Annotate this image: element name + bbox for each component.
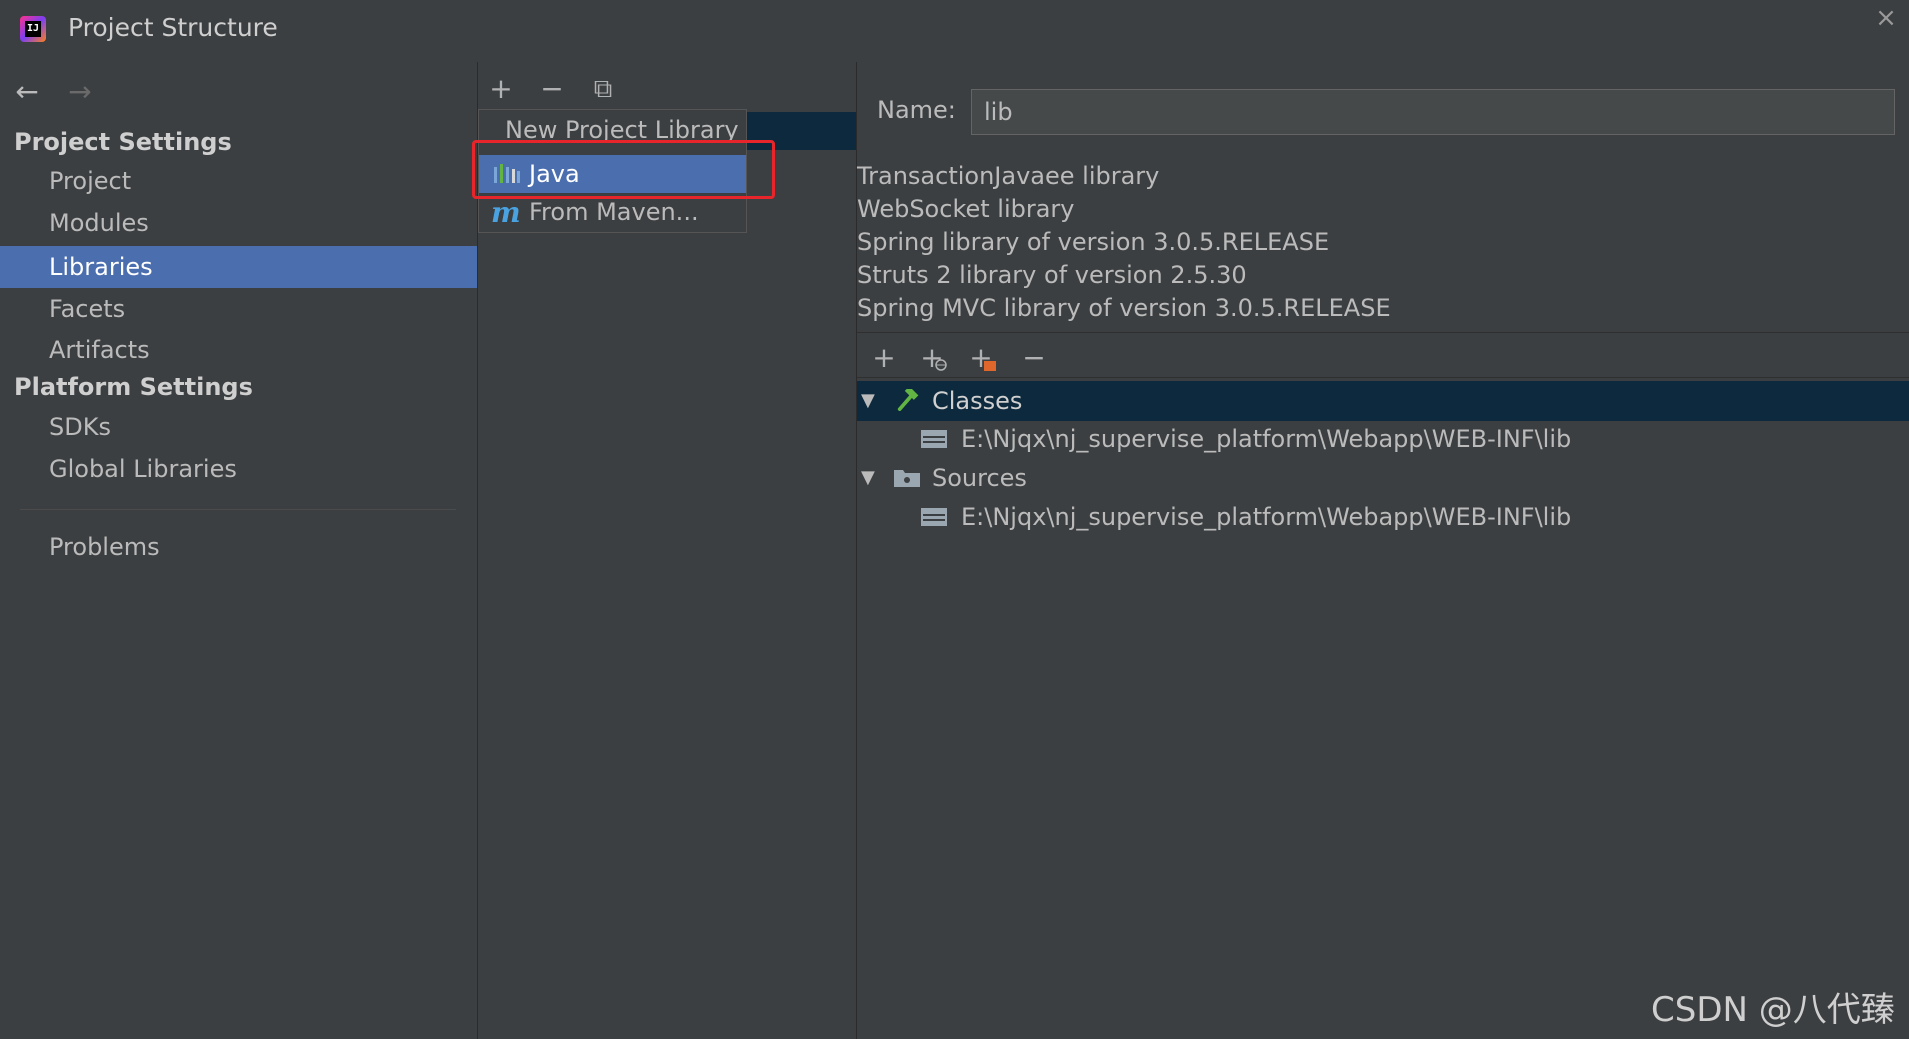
popup-item-from-maven-label: From Maven... [529,198,699,226]
close-icon[interactable]: × [1872,4,1900,32]
source-folder-icon [894,470,920,487]
app-icon-label: IJ [25,21,41,37]
description-line: Struts 2 library of version 2.5.30 [857,261,1247,289]
back-arrow-icon[interactable]: ← [10,77,44,107]
sidebar-item-artifacts[interactable]: Artifacts [0,329,477,371]
expand-triangle-icon[interactable]: ▼ [861,381,875,421]
sidebar-item-sdks[interactable]: SDKs [0,406,477,448]
divider [857,377,1909,378]
sidebar-item-project[interactable]: Project [0,160,477,202]
sidebar-divider [20,509,456,510]
tree-node-classes[interactable]: ▼ Classes [857,381,1909,421]
tree-node-sources-path[interactable]: E:\Njqx\nj_supervise_platform\Webapp\WEB… [857,497,1909,537]
sidebar-item-global-libraries[interactable]: Global Libraries [0,448,477,490]
forward-arrow-icon[interactable]: → [63,77,97,107]
classes-label: Classes [932,387,1023,415]
sources-label: Sources [932,464,1027,492]
jar-directory-icon [921,508,947,526]
add-alternative-icon[interactable]: + [964,341,998,375]
sidebar-item-problems[interactable]: Problems [0,526,477,568]
platform-settings-header: Platform Settings [14,373,253,401]
sidebar-item-facets[interactable]: Facets [0,288,477,330]
title-bar: IJ Project Structure × [0,0,1909,62]
sidebar-item-libraries[interactable]: Libraries [0,246,477,288]
globe-icon [935,359,947,371]
classes-path: E:\Njqx\nj_supervise_platform\Webapp\WEB… [961,425,1572,453]
intellij-app-icon: IJ [20,16,46,42]
settings-sidebar: ← → Project Settings Project Modules Lib… [0,62,478,1039]
add-library-icon[interactable]: + [484,72,518,106]
jar-directory-icon [921,430,947,448]
add-url-icon[interactable]: + [915,341,949,375]
remove-root-icon[interactable]: − [1017,341,1051,375]
divider [857,332,1909,333]
name-label: Name: [877,96,956,124]
sources-path: E:\Njqx\nj_supervise_platform\Webapp\WEB… [961,503,1572,531]
description-line: Spring MVC library of version 3.0.5.RELE… [857,294,1391,322]
tree-node-classes-path[interactable]: E:\Njqx\nj_supervise_platform\Webapp\WEB… [857,419,1909,459]
library-name-input[interactable] [971,89,1895,135]
hammer-icon [897,389,919,411]
maven-icon: m [491,196,521,229]
watermark: CSDN @八代臻 [1651,990,1895,1030]
window-title: Project Structure [68,13,278,42]
folder-orange-icon [984,361,996,371]
annotation-highlight-box [472,140,775,199]
description-line: WebSocket library [857,195,1075,223]
remove-library-icon[interactable]: − [535,72,569,106]
library-details-panel: Name: TransactionJavaee library WebSocke… [857,62,1909,1039]
description-line: Spring library of version 3.0.5.RELEASE [857,228,1330,256]
add-root-icon[interactable]: + [867,341,901,375]
sidebar-item-modules[interactable]: Modules [0,202,477,244]
description-line: TransactionJavaee library [857,162,1160,190]
expand-triangle-icon[interactable]: ▼ [861,458,875,498]
tree-node-sources[interactable]: ▼ Sources [857,458,1909,498]
project-settings-header: Project Settings [14,128,232,156]
copy-library-icon[interactable]: ⧉ [586,72,620,106]
